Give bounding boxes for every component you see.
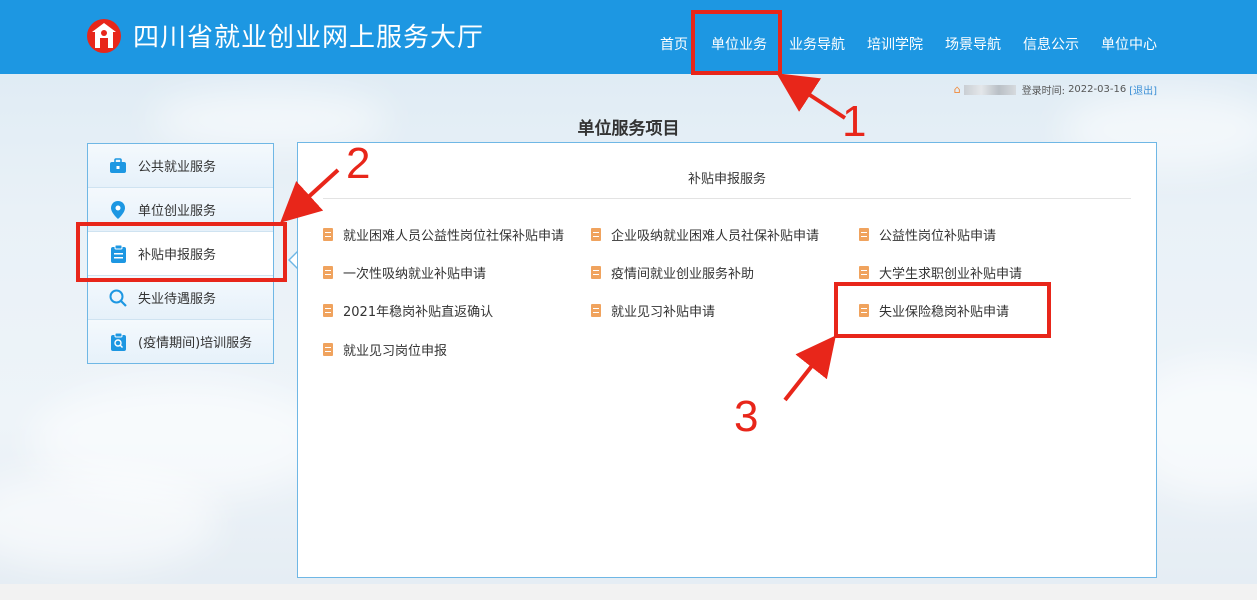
arrow-3 <box>783 335 836 402</box>
footer-band <box>0 584 1257 600</box>
annotation-number-2: 2 <box>346 139 371 188</box>
arrow-2 <box>280 168 340 223</box>
annotation-arrows <box>280 73 847 402</box>
arrow-1 <box>776 73 847 120</box>
annotation-number-3: 3 <box>734 392 759 441</box>
annotation-number-1: 1 <box>842 97 867 146</box>
